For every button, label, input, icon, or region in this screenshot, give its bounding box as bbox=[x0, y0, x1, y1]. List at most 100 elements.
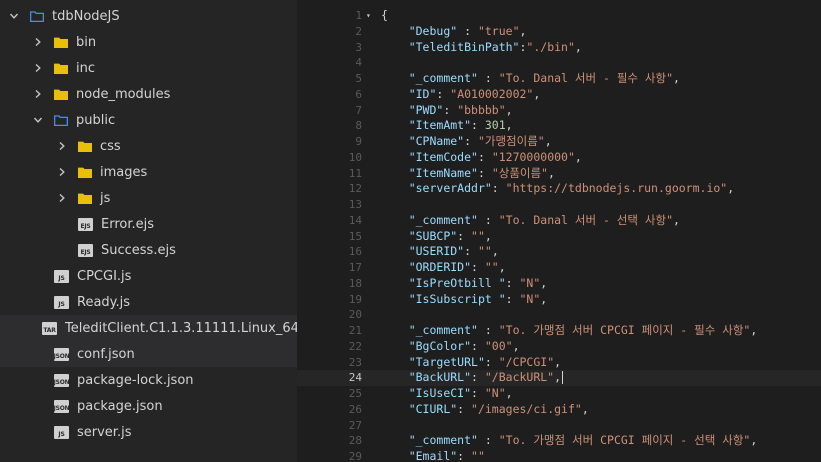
code-line[interactable]: 26 "CIURL": "/images/ci.gif", bbox=[297, 402, 821, 418]
folder-icon bbox=[78, 193, 92, 204]
code-line[interactable]: 7 "PWD": "bbbbb", bbox=[297, 103, 821, 119]
code-text: "_comment" : "To. Danal 서버 - 필수 사항", bbox=[381, 71, 680, 87]
folder-item-bin[interactable]: bin bbox=[0, 29, 297, 55]
file-type-badge: JS bbox=[54, 425, 69, 439]
folder-item-public[interactable]: public bbox=[0, 107, 297, 133]
line-number: 26 bbox=[348, 402, 362, 416]
code-line[interactable]: 2 "Debug" : "true", bbox=[297, 24, 821, 40]
json-key: "CPName" bbox=[408, 134, 465, 148]
line-number: 22 bbox=[348, 339, 362, 353]
chevron-right-icon[interactable] bbox=[32, 37, 44, 47]
code-line[interactable]: 13 bbox=[297, 197, 821, 213]
json-string: "1270000000" bbox=[491, 149, 575, 164]
code-line[interactable]: 25 "IsUseCI": "N", bbox=[297, 386, 821, 402]
punctuation: , bbox=[574, 39, 582, 54]
punctuation: : bbox=[471, 386, 485, 400]
punctuation: : bbox=[464, 134, 478, 148]
code-line[interactable]: 6 "ID": "A010002002", bbox=[297, 87, 821, 103]
code-line[interactable]: 22 "BgColor": "00", bbox=[297, 339, 821, 355]
file-item-ready-js[interactable]: JS Ready.js bbox=[0, 289, 297, 315]
chevron-right-icon[interactable] bbox=[56, 193, 68, 203]
fold-arrow-icon[interactable]: ▾ bbox=[366, 8, 374, 24]
code-line[interactable]: 10 "ItemCode": "1270000000", bbox=[297, 150, 821, 166]
code-line[interactable]: 20 bbox=[297, 307, 821, 323]
json-string: "To. Danal 서버 - 선택 사항" bbox=[498, 212, 673, 227]
line-number: 15 bbox=[348, 229, 362, 243]
chevron-right-icon[interactable] bbox=[56, 167, 68, 177]
folder-item-tdbnodejs[interactable]: tdbNodeJS bbox=[0, 3, 297, 29]
line-number: 16 bbox=[348, 245, 362, 259]
code-line[interactable]: 4 bbox=[297, 55, 821, 71]
code-line[interactable]: 1 ▾ { bbox=[297, 8, 821, 24]
file-type-badge: JSON bbox=[54, 347, 70, 361]
code-line[interactable]: 9 "CPName": "가맹점이름", bbox=[297, 134, 821, 150]
chevron-right-icon[interactable] bbox=[32, 89, 44, 99]
json-string: "./bin" bbox=[526, 39, 575, 54]
code-line[interactable]: 12 "serverAddr": "https://tdbnodejs.run.… bbox=[297, 181, 821, 197]
code-text: "CIURL": "/images/ci.gif", bbox=[381, 402, 589, 418]
code-line[interactable]: 16 "USERID": "", bbox=[297, 244, 821, 260]
punctuation: , bbox=[519, 23, 527, 38]
folder-item-css[interactable]: css bbox=[0, 133, 297, 159]
chevron-right-icon[interactable] bbox=[32, 63, 44, 73]
file-item-package-json[interactable]: JSON package.json bbox=[0, 393, 297, 419]
json-string: "To. 가맹점 서버 CPCGI 페이지 - 선택 사항" bbox=[498, 433, 751, 448]
code-line[interactable]: 21 "_comment" : "To. 가맹점 서버 CPCGI 페이지 - … bbox=[297, 323, 821, 339]
punctuation: : bbox=[464, 244, 478, 259]
file-item-cpcgi-js[interactable]: JS CPCGI.js bbox=[0, 263, 297, 289]
punctuation bbox=[381, 118, 409, 132]
code-line[interactable]: 27 bbox=[297, 418, 821, 434]
folder-item-inc[interactable]: inc bbox=[0, 55, 297, 81]
file-item-teleditclient-c1-1-3-11111-linux-64-tar[interactable]: TAR TeleditClient.C1.1.3.11111.Linux_64.t… bbox=[0, 315, 297, 341]
code-text: "TargetURL": "/CPCGI", bbox=[381, 355, 561, 371]
file-item-error-ejs[interactable]: EJS Error.ejs bbox=[0, 211, 297, 237]
file-item-server-js[interactable]: JS server.js bbox=[0, 419, 297, 445]
file-type-badge: JSON bbox=[54, 399, 70, 413]
code-line[interactable]: 23 "TargetURL": "/CPCGI", bbox=[297, 355, 821, 371]
code-line[interactable]: 3 "TeleditBinPath":"./bin", bbox=[297, 40, 821, 56]
folder-item-images[interactable]: images bbox=[0, 159, 297, 185]
punctuation: : bbox=[457, 449, 472, 462]
json-key: "Email" bbox=[408, 449, 458, 462]
code-line[interactable]: 19 "IsSubscript ": "N", bbox=[297, 292, 821, 308]
punctuation: : bbox=[477, 149, 492, 164]
json-string: "To. Danal 서버 - 필수 사항" bbox=[498, 71, 673, 85]
code-line[interactable]: 11 "ItemName": "상품이름", bbox=[297, 166, 821, 182]
code-text: "_comment" : "To. 가맹점 서버 CPCGI 페이지 - 필수 … bbox=[381, 323, 758, 339]
punctuation bbox=[381, 260, 409, 274]
folder-item-js[interactable]: js bbox=[0, 185, 297, 211]
folder-icon bbox=[54, 37, 68, 48]
line-number: 6 bbox=[355, 87, 362, 101]
code-text: "BgColor": "00", bbox=[381, 339, 520, 355]
chevron-down-icon[interactable] bbox=[32, 115, 44, 125]
code-line[interactable]: 28 "_comment" : "To. 가맹점 서버 CPCGI 페이지 - … bbox=[297, 433, 821, 449]
code-line[interactable]: 17 "ORDERID": "", bbox=[297, 260, 821, 276]
code-line[interactable]: 8 "ItemAmt": 301, bbox=[297, 118, 821, 134]
code-line[interactable]: 15 "SUBCP": "", bbox=[297, 229, 821, 245]
punctuation bbox=[381, 229, 409, 243]
punctuation: : bbox=[457, 228, 472, 243]
line-number: 1 bbox=[355, 9, 362, 22]
code-line[interactable]: 5 "_comment" : "To. Danal 서버 - 필수 사항", bbox=[297, 71, 821, 87]
chevron-down-icon[interactable] bbox=[8, 11, 20, 21]
punctuation: , bbox=[484, 228, 492, 243]
json-string: "/images/ci.gif" bbox=[471, 401, 582, 416]
json-key: "_comment" bbox=[408, 71, 478, 85]
code-line[interactable]: 18 "IsPreOtbill ": "N", bbox=[297, 276, 821, 292]
file-explorer: tdbNodeJS bin inc node_modules public css imag… bbox=[0, 0, 297, 462]
code-editor[interactable]: 1 ▾{2 "Debug" : "true", 3 "TeleditBinPath"… bbox=[297, 0, 821, 462]
code-line[interactable]: 14 "_comment" : "To. Danal 서버 - 선택 사항", bbox=[297, 213, 821, 229]
chevron-right-icon[interactable] bbox=[56, 141, 68, 151]
code-line[interactable]: 29 "Email": "" bbox=[297, 449, 821, 462]
punctuation bbox=[381, 150, 409, 164]
punctuation: , bbox=[533, 86, 541, 101]
line-number: 21 bbox=[348, 324, 362, 337]
punctuation: , bbox=[750, 323, 758, 337]
file-item-conf-json[interactable]: JSON conf.json bbox=[0, 341, 297, 367]
punctuation: : bbox=[471, 338, 485, 353]
file-item-package-lock-json[interactable]: JSON package-lock.json bbox=[0, 367, 297, 393]
code-line[interactable]: 24 "BackURL": "/BackURL", bbox=[297, 370, 821, 386]
file-item-success-ejs[interactable]: EJS Success.ejs bbox=[0, 237, 297, 263]
tree-item-label: TeleditClient.C1.1.3.11111.Linux_64.tar bbox=[65, 320, 297, 336]
folder-item-node-modules[interactable]: node_modules bbox=[0, 81, 297, 107]
